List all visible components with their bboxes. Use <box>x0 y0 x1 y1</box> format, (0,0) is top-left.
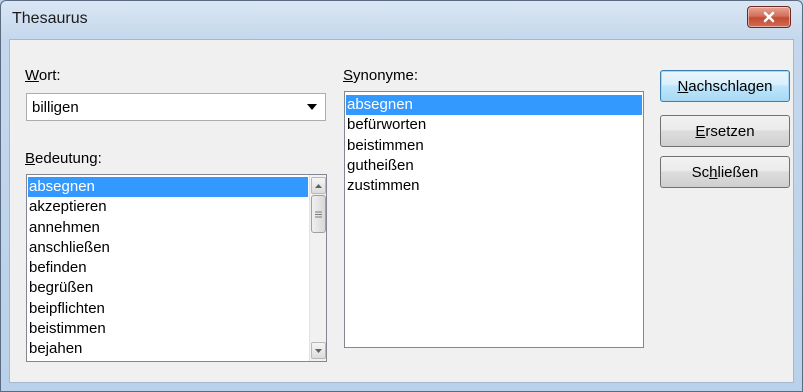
scroll-down-arrow-icon <box>315 348 322 353</box>
schliessen-label-post: ließen <box>717 163 759 181</box>
dialog-client-area: Wort: billigen Bedeutung: absegnen akzept… <box>9 39 794 383</box>
nachschlagen-button[interactable]: Nachschlagen <box>660 70 790 102</box>
bedeutung-scrollbar[interactable] <box>309 175 326 361</box>
wort-label: Wort: <box>25 67 61 84</box>
chevron-down-icon <box>307 104 317 110</box>
list-item[interactable]: zustimmen <box>346 176 642 196</box>
ersetzen-label: rsetzen <box>705 122 755 140</box>
list-item[interactable]: begrüßen <box>28 278 308 298</box>
bedeutung-items: absegnen akzeptieren annehmen anschließen be… <box>28 177 308 360</box>
bedeutung-listbox[interactable]: absegnen akzeptieren annehmen anschließen be… <box>26 174 327 362</box>
synonyme-items: absegnen befürworten beistimmen gutheißen zu… <box>346 95 642 196</box>
wort-dropdown-button[interactable] <box>299 94 325 120</box>
schliessen-label-pre: Sc <box>691 163 710 181</box>
close-button[interactable] <box>747 6 791 28</box>
list-item[interactable]: akzeptieren <box>28 197 308 217</box>
list-item[interactable]: beipflichten <box>28 299 308 319</box>
wort-combobox-value: billigen <box>32 99 79 116</box>
close-icon <box>763 11 775 23</box>
title-bar[interactable]: Thesaurus <box>1 1 802 39</box>
list-item[interactable]: beistimmen <box>28 319 308 339</box>
ersetzen-mnemonic: E <box>695 122 706 140</box>
list-item[interactable]: befinden <box>28 258 308 278</box>
nachschlagen-label: achschlagen <box>688 77 773 95</box>
synonyme-listbox[interactable]: absegnen befürworten beistimmen gutheißen zu… <box>344 91 644 348</box>
list-item[interactable]: absegnen <box>28 177 308 198</box>
scroll-grip-icon <box>315 211 322 217</box>
nachschlagen-mnemonic: N <box>677 77 689 95</box>
list-item[interactable]: anschließen <box>28 238 308 258</box>
list-item[interactable]: beistimmen <box>346 136 642 156</box>
scroll-thumb[interactable] <box>311 195 326 233</box>
schliessen-mnemonic: h <box>709 163 718 181</box>
scroll-down-button[interactable] <box>311 342 326 359</box>
scroll-up-button[interactable] <box>311 177 326 194</box>
list-item[interactable]: annehmen <box>28 218 308 238</box>
synonyme-label: Synonyme: <box>343 67 419 84</box>
wort-combobox[interactable]: billigen <box>26 93 326 121</box>
list-item[interactable]: gutheißen <box>346 156 642 176</box>
bedeutung-label: Bedeutung: <box>25 150 102 167</box>
window-title: Thesaurus <box>12 10 88 27</box>
thesaurus-dialog: Thesaurus Wort: billigen Bedeutung: abse… <box>0 0 803 392</box>
list-item[interactable]: bejahen <box>28 339 308 359</box>
schliessen-button[interactable]: Sc h ließen <box>660 156 790 188</box>
list-item[interactable]: absegnen <box>346 95 642 116</box>
list-item[interactable]: befürworten <box>346 115 642 135</box>
scroll-up-arrow-icon <box>315 183 322 188</box>
ersetzen-button[interactable]: Ersetzen <box>660 115 790 147</box>
